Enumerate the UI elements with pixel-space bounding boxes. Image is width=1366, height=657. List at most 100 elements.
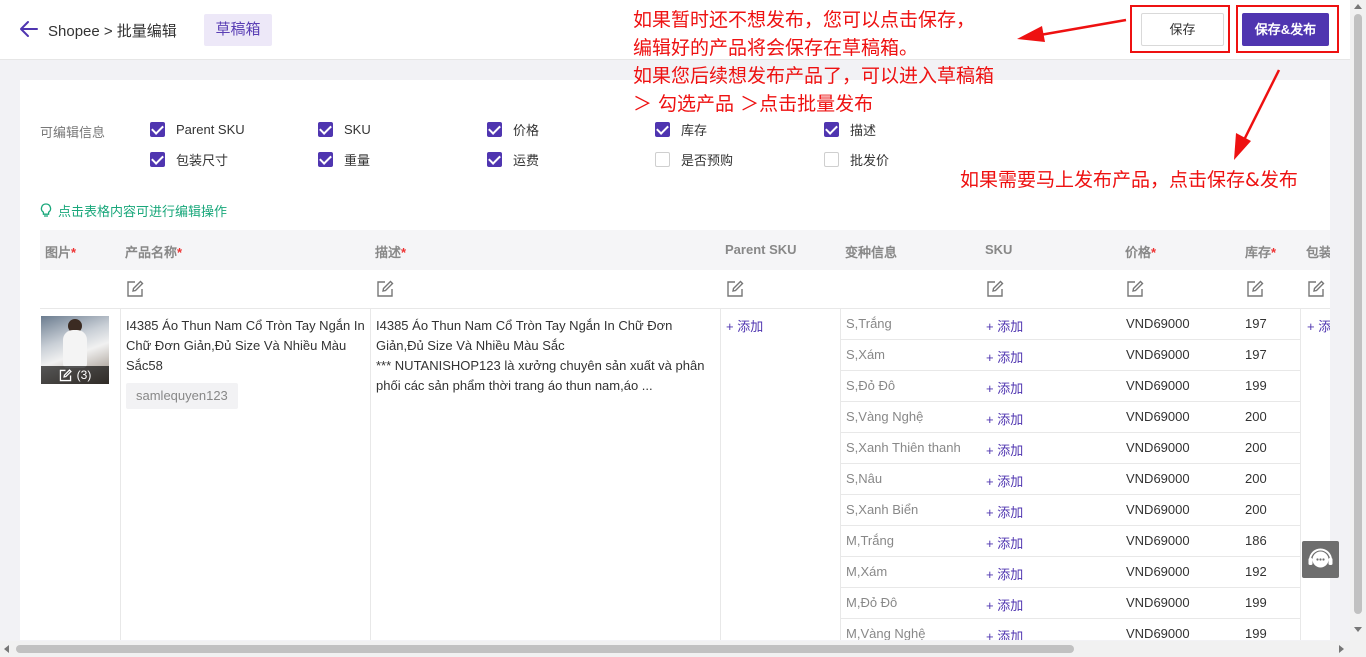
package-size-add-link[interactable]: + 添加 — [1307, 316, 1330, 335]
edit-icon[interactable] — [1307, 280, 1325, 298]
save-button-highlight — [1130, 5, 1230, 53]
save-note-line: 如果您后续想发布产品了，可以进入草稿箱 — [633, 65, 995, 87]
variant-stock[interactable]: 192 — [1245, 564, 1267, 579]
option-price[interactable]: 价格 — [487, 120, 539, 138]
col-header-description: 描述* — [375, 245, 407, 260]
checkbox-checked[interactable] — [150, 121, 165, 137]
variant-sku-add-link[interactable]: + 添加 — [986, 533, 1023, 552]
variant-price[interactable]: VND69000 — [1126, 471, 1190, 486]
image-edit-bar[interactable]: (3) — [41, 366, 109, 384]
option-description[interactable]: 描述 — [824, 120, 876, 138]
variant-row: S,Nâu + 添加 VND69000 200 — [840, 464, 1300, 495]
variant-price[interactable]: VND69000 — [1126, 626, 1190, 640]
checkbox-unchecked[interactable] — [824, 151, 839, 167]
option-shipping[interactable]: 运费 — [487, 150, 539, 168]
publish-button-highlight — [1236, 5, 1339, 53]
variant-stock[interactable]: 186 — [1245, 533, 1267, 548]
option-parent-sku[interactable]: Parent SKU — [150, 120, 245, 138]
parent-sku-add-link[interactable]: + 添加 — [726, 316, 763, 335]
option-sku[interactable]: SKU — [318, 120, 371, 138]
variant-sku-add-link[interactable]: + 添加 — [986, 378, 1023, 397]
variant-sku-add-link[interactable]: + 添加 — [986, 595, 1023, 614]
variant-name: M,Trắng — [846, 533, 894, 548]
editable-info-label: 可编辑信息 — [40, 125, 106, 140]
variant-row: S,Xanh Biển + 添加 VND69000 200 — [840, 495, 1300, 526]
scroll-left-arrow-icon[interactable] — [0, 641, 12, 657]
product-description[interactable]: I4385 Áo Thun Nam Cổ Tròn Tay Ngắn In Ch… — [376, 316, 710, 396]
customer-service-button[interactable] — [1302, 541, 1339, 578]
variant-stock[interactable]: 199 — [1245, 626, 1267, 640]
option-weight[interactable]: 重量 — [318, 150, 370, 168]
variant-stock[interactable]: 200 — [1245, 440, 1267, 455]
vertical-scroll-thumb[interactable] — [1354, 14, 1362, 614]
option-package-size[interactable]: 包装尺寸 — [150, 150, 228, 168]
variant-stock[interactable]: 200 — [1245, 471, 1267, 486]
variant-stock[interactable]: 199 — [1245, 595, 1267, 610]
option-label: Parent SKU — [176, 121, 245, 137]
variant-row: S,Xanh Thiên thanh + 添加 VND69000 200 — [840, 433, 1300, 464]
edit-icon[interactable] — [126, 280, 144, 298]
variant-sku-add-link[interactable]: + 添加 — [986, 564, 1023, 583]
checkbox-checked[interactable] — [487, 151, 502, 167]
checkbox-checked[interactable] — [824, 121, 839, 137]
variant-sku-add-link[interactable]: + 添加 — [986, 347, 1023, 366]
variant-price[interactable]: VND69000 — [1126, 316, 1190, 331]
checkbox-unchecked[interactable] — [655, 151, 670, 167]
draft-box-tab[interactable]: 草稿箱 — [204, 14, 272, 46]
variant-price[interactable]: VND69000 — [1126, 533, 1190, 548]
variant-stock[interactable]: 199 — [1245, 378, 1267, 393]
variant-sku-add-link[interactable]: + 添加 — [986, 471, 1023, 490]
option-label: 批发价 — [850, 152, 890, 168]
variant-price[interactable]: VND69000 — [1126, 347, 1190, 362]
option-wholesale[interactable]: 批发价 — [824, 150, 889, 168]
variant-price[interactable]: VND69000 — [1126, 440, 1190, 455]
checkbox-checked[interactable] — [318, 151, 333, 167]
variant-row: S,Xám + 添加 VND69000 197 — [840, 340, 1300, 371]
option-label: 库存 — [681, 122, 708, 138]
edit-icon[interactable] — [1126, 280, 1144, 298]
option-label: 包装尺寸 — [176, 152, 229, 168]
product-name[interactable]: I4385 Áo Thun Nam Cổ Tròn Tay Ngắn In Ch… — [126, 316, 366, 376]
option-label: SKU — [344, 121, 371, 137]
checkbox-checked[interactable] — [655, 121, 670, 137]
variant-price[interactable]: VND69000 — [1126, 378, 1190, 393]
variant-price[interactable]: VND69000 — [1126, 564, 1190, 579]
option-preorder[interactable]: 是否预购 — [655, 150, 733, 168]
variant-sku-add-link[interactable]: + 添加 — [986, 316, 1023, 335]
variant-stock[interactable]: 197 — [1245, 347, 1267, 362]
variant-stock[interactable]: 200 — [1245, 502, 1267, 517]
variant-price[interactable]: VND69000 — [1126, 595, 1190, 610]
col-header-sku: SKU — [985, 242, 1013, 257]
edit-icon[interactable] — [726, 280, 744, 298]
scroll-up-arrow-icon[interactable] — [1350, 0, 1366, 12]
variant-name: S,Xanh Thiên thanh — [846, 440, 961, 455]
publish-annotation: 如果需要马上发布产品，点击保存&发布 — [960, 169, 1298, 191]
option-stock[interactable]: 库存 — [655, 120, 707, 138]
variant-sku-add-link[interactable]: + 添加 — [986, 440, 1023, 459]
variant-stock[interactable]: 197 — [1245, 316, 1267, 331]
variant-sku-add-link[interactable]: + 添加 — [986, 502, 1023, 521]
save-note-line: 如果暂时还不想发布，您可以点击保存， — [633, 9, 976, 31]
variant-name: M,Vàng Nghệ — [846, 626, 926, 640]
variant-price[interactable]: VND69000 — [1126, 502, 1190, 517]
vertical-scrollbar[interactable] — [1350, 0, 1366, 657]
edit-icon[interactable] — [986, 280, 1004, 298]
back-arrow-icon[interactable] — [18, 18, 40, 40]
edit-icon[interactable] — [376, 280, 394, 298]
variant-price[interactable]: VND69000 — [1126, 409, 1190, 424]
variant-sku-add-link[interactable]: + 添加 — [986, 409, 1023, 428]
scroll-right-arrow-icon[interactable] — [1336, 641, 1348, 657]
variant-sku-add-link[interactable]: + 添加 — [986, 626, 1023, 640]
checkbox-checked[interactable] — [150, 151, 165, 167]
col-header-stock: 库存* — [1245, 245, 1277, 260]
horizontal-scrollbar[interactable] — [0, 641, 1350, 657]
variant-row: S,Trắng + 添加 VND69000 197 — [840, 309, 1300, 340]
scroll-down-arrow-icon[interactable] — [1350, 624, 1366, 636]
edit-icon[interactable] — [1246, 280, 1264, 298]
checkbox-checked[interactable] — [318, 121, 333, 137]
checkbox-checked[interactable] — [487, 121, 502, 137]
variant-stock[interactable]: 200 — [1245, 409, 1267, 424]
horizontal-scroll-thumb[interactable] — [16, 645, 1074, 653]
product-image[interactable]: (3) — [41, 316, 109, 384]
col-header-variant: 变种信息 — [845, 245, 898, 260]
